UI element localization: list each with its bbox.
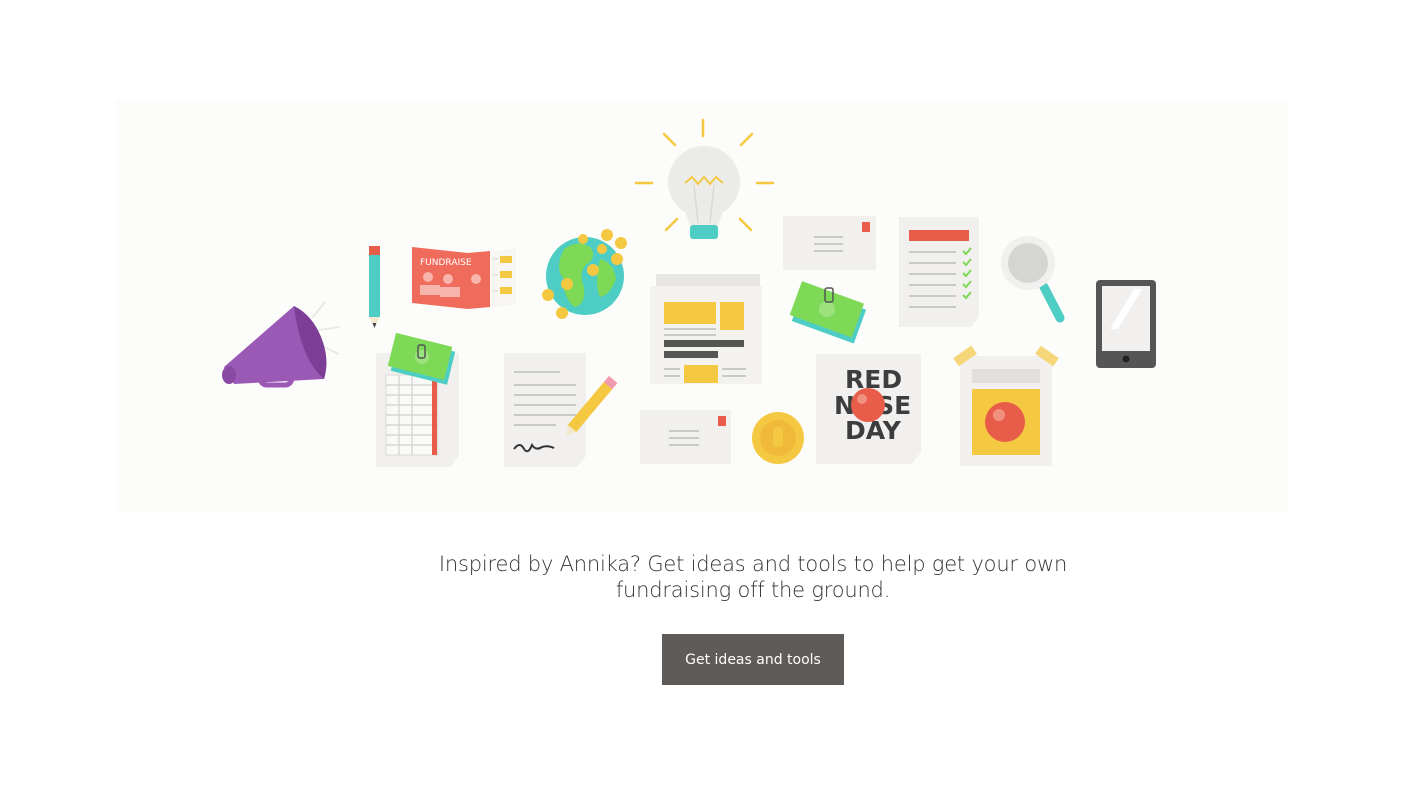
fundraising-illustration: FUNDRAISE RED DAY	[116, 99, 1288, 512]
envelope-bottom-icon	[640, 410, 731, 464]
brochure-icon: FUNDRAISE	[412, 247, 516, 309]
tablet-icon	[1096, 280, 1156, 368]
lightbulb-icon	[634, 118, 775, 239]
red-nose-day-poster-icon: RED NOSE DAY	[816, 354, 921, 464]
envelope-icon	[783, 216, 876, 270]
coin-icon	[752, 412, 804, 464]
brochure-title: FUNDRAISE	[420, 258, 472, 268]
checklist-icon	[899, 217, 979, 327]
promo-text: Inspired by Annika? Get ideas and tools …	[400, 551, 1106, 603]
pencil-icon	[369, 246, 380, 328]
magnifying-glass-icon	[1001, 236, 1065, 323]
newspaper-icon	[650, 274, 762, 384]
promo-line-1: Inspired by Annika? Get ideas and tools …	[438, 552, 1068, 576]
taped-photo-icon	[953, 345, 1059, 466]
ledger-icon	[376, 332, 459, 467]
promo-line-2: fundraising off the ground.	[615, 578, 891, 602]
money-icon	[789, 281, 867, 344]
get-ideas-button[interactable]: Get ideas and tools	[662, 634, 844, 685]
megaphone-icon	[222, 301, 340, 388]
signed-document-icon	[504, 353, 618, 467]
globe-icon	[542, 229, 627, 319]
